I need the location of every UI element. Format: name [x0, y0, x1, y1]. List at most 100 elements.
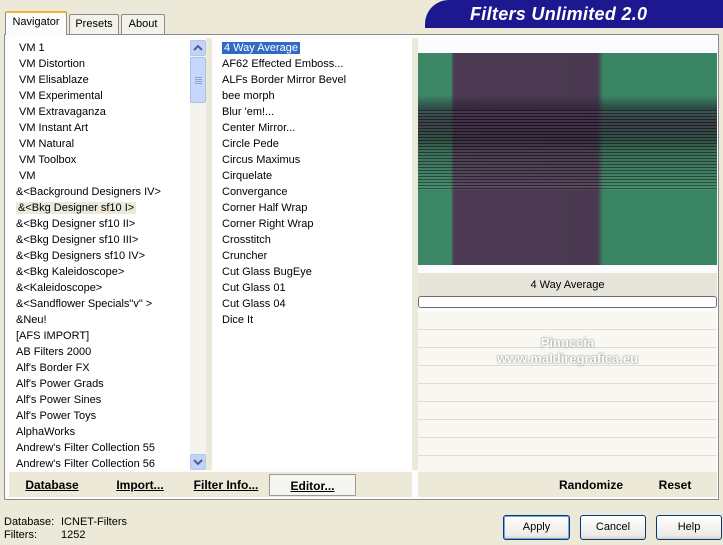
category-item-label: &<Sandflower Specials"v" > — [16, 298, 153, 310]
filter-item[interactable]: Center Mirror... — [222, 120, 295, 136]
category-item-label: Alf's Power Toys — [16, 410, 97, 422]
category-item[interactable]: VM 1 — [19, 40, 45, 56]
filter-item[interactable]: Cut Glass 04 — [222, 296, 286, 312]
app-title: Filters Unlimited 2.0 — [470, 4, 648, 24]
filter-item-label: Corner Right Wrap — [222, 218, 314, 230]
filter-item[interactable]: Crosstitch — [222, 232, 271, 248]
category-item-label: &Neu! — [16, 314, 47, 326]
category-item-label: &<Bkg Kaleidoscope> — [16, 266, 125, 278]
category-item-label: VM Toolbox — [19, 154, 77, 166]
category-item[interactable]: &<Background Designers IV> — [16, 184, 161, 200]
import-button[interactable]: Import... — [110, 474, 170, 496]
category-item[interactable]: &Neu! — [16, 312, 47, 328]
filter-item-label: Cirquelate — [222, 170, 273, 182]
filter-item[interactable]: bee morph — [222, 88, 275, 104]
category-item[interactable]: VM — [19, 168, 36, 184]
category-item[interactable]: &<Bkg Kaleidoscope> — [16, 264, 124, 280]
tab-presets[interactable]: Presets — [69, 14, 119, 34]
filters-count: 1252 — [61, 529, 86, 541]
filter-item[interactable]: 4 Way Average — [222, 40, 300, 56]
category-item-label: VM Instant Art — [19, 122, 89, 134]
category-item[interactable]: VM Elisablaze — [19, 72, 89, 88]
panel-divider — [206, 38, 212, 470]
category-item-label: AlphaWorks — [16, 426, 76, 438]
cancel-button[interactable]: Cancel — [580, 515, 646, 540]
filter-item[interactable]: Corner Half Wrap — [222, 200, 307, 216]
category-item[interactable]: &<Sandflower Specials"v" > — [16, 296, 152, 312]
filter-item[interactable]: Convergance — [222, 184, 287, 200]
filter-item[interactable]: Cut Glass 01 — [222, 280, 286, 296]
filter-item[interactable]: AF62 Effected Emboss... — [222, 56, 343, 72]
scroll-thumb[interactable] — [190, 57, 206, 103]
filter-item[interactable]: Circus Maximus — [222, 152, 300, 168]
category-item[interactable]: VM Experimental — [19, 88, 103, 104]
category-item[interactable]: Andrew's Filter Collection 55 — [16, 440, 155, 456]
category-item[interactable]: &<Kaleidoscope> — [16, 280, 102, 296]
category-item-label: Andrew's Filter Collection 55 — [16, 442, 156, 454]
category-item[interactable]: VM Natural — [19, 136, 74, 152]
category-item[interactable]: Alf's Power Toys — [16, 408, 96, 424]
database-label: Database: — [4, 516, 55, 528]
filter-item[interactable]: Corner Right Wrap — [222, 216, 314, 232]
scroll-up-button[interactable] — [190, 40, 206, 56]
category-item-label: VM Distortion — [19, 58, 86, 70]
progress-bar — [418, 296, 717, 308]
category-item-label: &<Kaleidoscope> — [16, 282, 103, 294]
category-item-label: VM Natural — [19, 138, 75, 150]
filter-item[interactable]: Cruncher — [222, 248, 267, 264]
filter-info-button[interactable]: Filter Info... — [188, 474, 264, 496]
category-item[interactable]: VM Distortion — [19, 56, 85, 72]
category-item[interactable]: &<Bkg Designers sf10 IV> — [16, 248, 145, 264]
chevron-down-icon — [193, 459, 203, 466]
tab-about[interactable]: About — [121, 14, 165, 34]
chevron-up-icon — [193, 44, 203, 51]
category-item-label: &<Bkg Designers sf10 IV> — [16, 250, 146, 262]
filter-item[interactable]: Cirquelate — [222, 168, 272, 184]
tab-navigator[interactable]: Navigator — [5, 11, 67, 35]
category-item[interactable]: Andrew's Filter Collection 56 — [16, 456, 155, 470]
filter-item-label: Crosstitch — [222, 234, 271, 246]
category-item[interactable]: VM Toolbox — [19, 152, 76, 168]
help-button[interactable]: Help — [656, 515, 722, 540]
reset-button[interactable]: Reset — [650, 474, 700, 496]
category-item-label: VM — [19, 170, 36, 182]
filters-label: Filters: — [4, 529, 37, 541]
category-item[interactable]: &<Bkg Designer sf10 III> — [16, 232, 138, 248]
scroll-down-button[interactable] — [190, 454, 206, 470]
category-item-label: &<Bkg Designer sf10 III> — [16, 234, 139, 246]
filter-item[interactable]: Blur 'em!... — [222, 104, 274, 120]
category-item[interactable]: &<Bkg Designer sf10 I> — [16, 200, 137, 216]
database-value: ICNET-Filters — [61, 516, 127, 528]
selected-filter-name: 4 Way Average — [418, 273, 717, 297]
category-item-label: VM Experimental — [19, 90, 103, 102]
category-item[interactable]: AlphaWorks — [16, 424, 75, 440]
randomize-button[interactable]: Randomize — [552, 474, 630, 496]
category-item-label: Alf's Power Grads — [16, 378, 104, 390]
filter-item[interactable]: Dice It — [222, 312, 253, 328]
category-item-label: VM Elisablaze — [19, 74, 89, 86]
category-scrollbar[interactable] — [190, 40, 206, 470]
category-item-label: &<Bkg Designer sf10 II> — [16, 218, 136, 230]
filter-item[interactable]: Circle Pede — [222, 136, 279, 152]
category-item[interactable]: VM Instant Art — [19, 120, 88, 136]
category-item-label: VM 1 — [19, 42, 45, 54]
filter-item[interactable]: ALFs Border Mirror Bevel — [222, 72, 346, 88]
category-item-label: &<Background Designers IV> — [16, 186, 161, 198]
category-item[interactable]: Alf's Power Grads — [16, 376, 104, 392]
filter-item-label: Convergance — [222, 186, 288, 198]
category-item[interactable]: AB Filters 2000 — [16, 344, 91, 360]
apply-button[interactable]: Apply — [503, 515, 570, 540]
watermark: Pinuccia www.maldiregrafica.eu — [496, 335, 639, 366]
filter-item[interactable]: Cut Glass BugEye — [222, 264, 312, 280]
category-item[interactable]: Alf's Power Sines — [16, 392, 101, 408]
filter-list[interactable]: 4 Way Average AF62 Effected Emboss... ALFs… — [213, 38, 412, 470]
category-item[interactable]: VM Extravaganza — [19, 104, 106, 120]
category-item[interactable]: &<Bkg Designer sf10 II> — [16, 216, 135, 232]
category-item-label: &<Bkg Designer sf10 I> — [16, 202, 137, 214]
category-item-label: Alf's Power Sines — [16, 394, 102, 406]
category-item[interactable]: Alf's Border FX — [16, 360, 90, 376]
category-item[interactable]: [AFS IMPORT] — [16, 328, 89, 344]
editor-button[interactable]: Editor... — [269, 474, 356, 496]
category-list[interactable]: VM 1 VM Distortion VM Elisablaze VM Experim… — [9, 38, 190, 470]
database-button[interactable]: Database — [18, 474, 86, 496]
